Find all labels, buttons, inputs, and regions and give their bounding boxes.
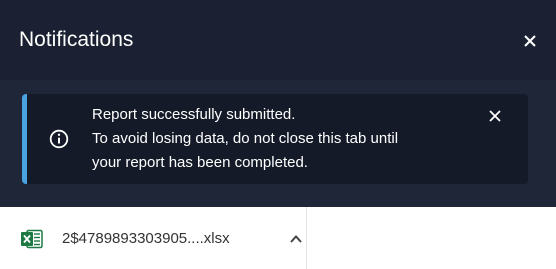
toast-line-1: Report successfully submitted. — [92, 106, 296, 123]
download-file-name[interactable]: 2$4789893303905....xlsx — [62, 229, 230, 249]
toast-accent-bar — [22, 94, 27, 184]
excel-file-icon — [21, 229, 43, 249]
notifications-header: Notifications — [0, 0, 556, 80]
success-toast: Report successfully submitted. To avoid … — [22, 94, 528, 184]
info-icon — [49, 129, 69, 149]
toast-close-icon[interactable] — [487, 108, 503, 124]
download-divider — [306, 207, 307, 269]
toast-line-2: To avoid losing data, do not close this … — [92, 130, 399, 147]
panel-title: Notifications — [19, 28, 134, 51]
chevron-up-icon[interactable] — [289, 232, 303, 246]
toast-line-3: your report has been completed. — [92, 154, 308, 171]
toast-message: Report successfully submitted. To avoid … — [92, 103, 398, 175]
close-icon[interactable] — [520, 31, 540, 51]
